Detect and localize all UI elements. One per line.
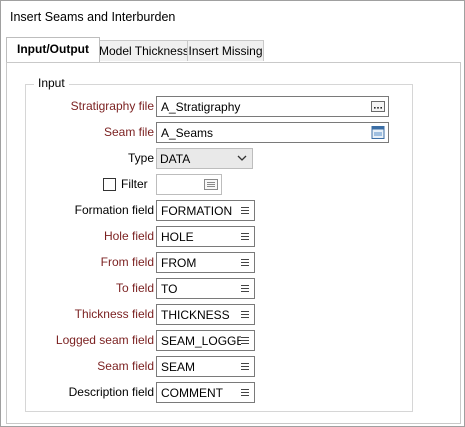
dialog-window: Insert Seams and Interburden Input/Outpu… xyxy=(0,0,465,427)
to-field-label: To field xyxy=(115,281,154,295)
from-field-label: From field xyxy=(100,255,154,269)
thickness-field-label: Thickness field xyxy=(74,307,154,321)
logged-seam-field-label: Logged seam field xyxy=(55,333,154,347)
type-row: Type DATA xyxy=(26,148,412,170)
from-field-row: From field FROM xyxy=(26,252,412,274)
stratigraphy-file-row: Stratigraphy file A_Stratigraphy xyxy=(26,96,412,118)
seam-field-label: Seam field xyxy=(97,359,154,373)
logged-seam-field-value: SEAM_LOGGED xyxy=(161,334,241,348)
thickness-field-input[interactable]: THICKNESS xyxy=(156,304,255,325)
to-field-input[interactable]: TO xyxy=(156,278,255,299)
filter-label: Filter xyxy=(121,177,148,191)
formation-field-value: FORMATION xyxy=(161,204,233,218)
formation-field-label: Formation field xyxy=(74,203,154,217)
description-field-row: Description field COMMENT xyxy=(26,382,412,404)
list-menu-icon[interactable] xyxy=(241,337,249,346)
description-field-input[interactable]: COMMENT xyxy=(156,382,255,403)
filter-builder-icon[interactable] xyxy=(204,178,218,191)
input-group-label: Input xyxy=(34,76,69,90)
hole-field-value: HOLE xyxy=(161,230,194,244)
list-menu-icon[interactable] xyxy=(241,311,249,320)
tab-input-output[interactable]: Input/Output xyxy=(6,37,100,62)
thickness-field-value: THICKNESS xyxy=(161,308,230,322)
description-field-label: Description field xyxy=(68,385,154,399)
hole-field-input[interactable]: HOLE xyxy=(156,226,255,247)
logged-seam-field-input[interactable]: SEAM_LOGGED xyxy=(156,330,255,351)
from-field-value: FROM xyxy=(161,256,197,270)
type-label: Type xyxy=(127,151,154,165)
seam-field-row: Seam field SEAM xyxy=(26,356,412,378)
hole-field-row: Hole field HOLE xyxy=(26,226,412,248)
description-field-value: COMMENT xyxy=(161,386,223,400)
list-menu-icon[interactable] xyxy=(241,259,249,268)
logged-seam-field-row: Logged seam field SEAM_LOGGED xyxy=(26,330,412,352)
seam-file-label: Seam file xyxy=(103,125,154,139)
stratigraphy-file-label: Stratigraphy file xyxy=(70,99,154,113)
ellipsis-browse-icon[interactable] xyxy=(371,100,385,113)
file-picker-icon[interactable] xyxy=(371,126,385,139)
seam-file-value: A_Seams xyxy=(161,126,214,140)
tab-content: Input Stratigraphy file A_Stratigraphy S… xyxy=(6,62,461,424)
list-menu-icon[interactable] xyxy=(241,207,249,216)
stratigraphy-file-value: A_Stratigraphy xyxy=(161,100,241,114)
to-field-value: TO xyxy=(161,282,178,296)
tab-insert-missing[interactable]: Insert Missing xyxy=(187,40,264,61)
filter-row: Filter xyxy=(26,174,412,196)
formation-field-input[interactable]: FORMATION xyxy=(156,200,255,221)
input-groupbox: Input Stratigraphy file A_Stratigraphy S… xyxy=(25,76,413,412)
hole-field-label: Hole field xyxy=(103,229,154,243)
tab-model-thickness[interactable]: Model Thickness xyxy=(98,40,189,61)
chevron-down-icon xyxy=(237,155,247,161)
seam-file-row: Seam file A_Seams xyxy=(26,122,412,144)
list-menu-icon[interactable] xyxy=(241,389,249,398)
to-field-row: To field TO xyxy=(26,278,412,300)
list-menu-icon[interactable] xyxy=(241,363,249,372)
seam-field-input[interactable]: SEAM xyxy=(156,356,255,377)
window-title: Insert Seams and Interburden xyxy=(10,10,176,24)
from-field-input[interactable]: FROM xyxy=(156,252,255,273)
stratigraphy-file-input[interactable]: A_Stratigraphy xyxy=(156,96,389,117)
list-menu-icon[interactable] xyxy=(241,285,249,294)
filter-input[interactable] xyxy=(156,174,222,195)
formation-field-row: Formation field FORMATION xyxy=(26,200,412,222)
filter-checkbox[interactable] xyxy=(103,178,116,191)
list-menu-icon[interactable] xyxy=(241,233,249,242)
seam-file-input[interactable]: A_Seams xyxy=(156,122,389,143)
type-select[interactable]: DATA xyxy=(156,148,253,169)
type-value: DATA xyxy=(160,152,191,166)
thickness-field-row: Thickness field THICKNESS xyxy=(26,304,412,326)
seam-field-value: SEAM xyxy=(161,360,196,374)
